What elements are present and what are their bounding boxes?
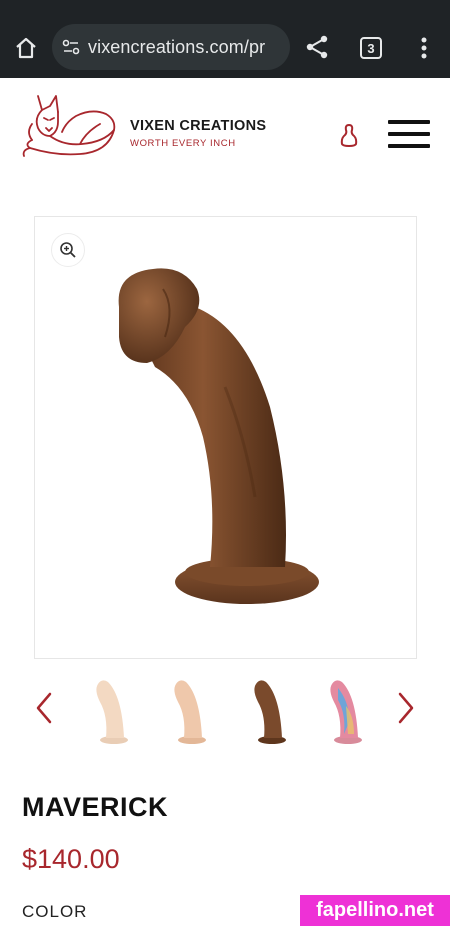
watermark: fapellino.net xyxy=(300,895,450,926)
site-info-icon[interactable] xyxy=(60,36,82,58)
url-text: vixencreations.com/pr xyxy=(88,36,266,57)
tabs-button[interactable]: 3 xyxy=(360,37,382,59)
hamburger-menu-button[interactable] xyxy=(388,120,430,148)
zoom-in-icon xyxy=(60,242,76,258)
home-button[interactable] xyxy=(12,34,40,62)
thumbnail-carousel xyxy=(0,672,450,748)
browser-toolbar: vixencreations.com/pr 3 xyxy=(0,0,450,78)
brand-tagline: WORTH EVERY INCH xyxy=(130,138,236,149)
more-vert-icon[interactable] xyxy=(414,35,434,61)
zoom-button[interactable] xyxy=(51,233,85,267)
account-icon[interactable] xyxy=(336,122,362,148)
fox-logo[interactable] xyxy=(20,92,118,160)
brand-name[interactable]: VIXEN CREATIONS xyxy=(130,118,266,134)
site-header: VIXEN CREATIONS WORTH EVERY INCH xyxy=(0,78,450,188)
thumbnail-chocolate[interactable] xyxy=(246,676,292,746)
color-option-label: COLOR xyxy=(22,902,88,921)
tab-count: 3 xyxy=(367,40,375,56)
address-bar[interactable]: vixencreations.com/pr xyxy=(52,24,290,70)
home-icon xyxy=(16,37,36,59)
share-icon[interactable] xyxy=(304,34,330,60)
thumbnail-peach[interactable] xyxy=(166,676,212,746)
product-title: MAVERICK xyxy=(22,792,169,822)
thumbnail-multicolor[interactable] xyxy=(322,676,368,746)
product-main-image[interactable] xyxy=(105,267,365,617)
product-price: $140.00 xyxy=(22,844,120,874)
product-gallery xyxy=(34,216,417,659)
chevron-right-icon[interactable] xyxy=(394,690,418,726)
thumbnail-vanilla[interactable] xyxy=(88,676,134,746)
chevron-left-icon[interactable] xyxy=(32,690,56,726)
